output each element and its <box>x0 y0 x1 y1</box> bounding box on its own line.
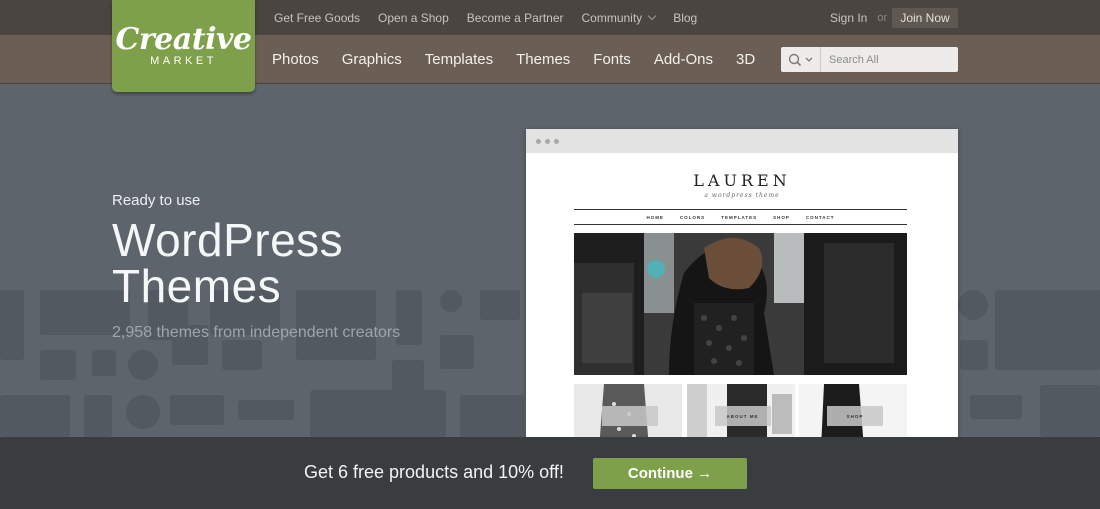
category-fonts[interactable]: Fonts <box>593 51 631 68</box>
preview-thumbnail <box>574 384 682 437</box>
preview-thumbnail-label <box>602 406 658 426</box>
preview-nav-item: HOME <box>646 214 664 220</box>
auth-area: Sign In or <box>830 0 897 35</box>
preview-nav: HOME COLORS TEMPLATES SHOP CONTACT <box>574 209 907 225</box>
promo-banner: Get 6 free products and 10% off! <box>0 437 1100 509</box>
or-separator: or <box>877 11 888 24</box>
search-icon <box>788 53 812 66</box>
continue-button[interactable]: Continue → <box>593 458 747 489</box>
hero-title: WordPress Themes <box>112 217 400 309</box>
preview-nav-item: SHOP <box>773 214 790 220</box>
category-3d[interactable]: 3D <box>736 51 755 68</box>
link-open-a-shop[interactable]: Open a Shop <box>378 11 449 25</box>
preview-nav-item: TEMPLATES <box>721 214 758 220</box>
link-community-label: Community <box>581 10 643 25</box>
category-templates[interactable]: Templates <box>425 51 493 68</box>
join-now-button[interactable]: Join Now <box>892 8 958 28</box>
link-blog[interactable]: Blog <box>673 11 697 25</box>
preview-thumbnail-label: ABOUT ME <box>714 406 771 426</box>
hero-title-line2: Themes <box>112 260 282 312</box>
preview-hero-photo <box>574 233 907 375</box>
logo-subtitle: MARKET <box>150 54 217 67</box>
sign-in-link[interactable]: Sign In <box>830 11 867 25</box>
preview-thumbnail: ABOUT ME <box>686 384 795 437</box>
link-get-free-goods[interactable]: Get Free Goods <box>274 11 360 25</box>
hero-subtitle: 2,958 themes from independent creators <box>112 324 401 341</box>
hero-title-line1: WordPress <box>112 214 344 266</box>
top-links-nav: Get Free Goods Open a Shop Become a Part… <box>274 0 715 35</box>
category-graphics[interactable]: Graphics <box>342 51 402 68</box>
window-dot-icon <box>536 138 541 144</box>
browser-chrome-bar <box>526 129 958 153</box>
window-dot-icon <box>545 138 550 144</box>
preview-tagline: a wordpress theme <box>704 192 780 199</box>
preview-thumbnail: SHOP <box>799 384 907 437</box>
hero-text-block: Ready to use WordPress Themes 2,958 them… <box>112 192 400 342</box>
window-dot-icon <box>554 138 559 144</box>
category-themes[interactable]: Themes <box>516 51 570 68</box>
search-scope-dropdown[interactable] <box>781 47 821 72</box>
preview-nav-item: CONTACT <box>805 214 835 220</box>
search-box <box>781 47 958 72</box>
link-become-a-partner[interactable]: Become a Partner <box>467 11 564 25</box>
chevron-down-icon <box>647 11 657 20</box>
theme-preview-window[interactable]: LAUREN a wordpress theme HOME COLORS TEM… <box>526 129 958 437</box>
logo-wordmark: Creative <box>115 21 252 57</box>
search-input[interactable] <box>821 48 951 71</box>
link-community[interactable]: Community <box>581 10 657 25</box>
preview-nav-item: COLORS <box>679 214 706 220</box>
category-nav: Photos Graphics Templates Themes Fonts A… <box>272 35 778 84</box>
hero-kicker: Ready to use <box>112 192 201 209</box>
preview-thumbnail-row: ABOUT ME SHOP <box>574 384 907 437</box>
hero-section: Ready to use WordPress Themes 2,958 them… <box>0 85 1100 437</box>
category-add-ons[interactable]: Add-Ons <box>654 51 713 68</box>
preview-thumbnail-label: SHOP <box>827 406 883 426</box>
promo-text: Get 6 free products and 10% off! <box>304 462 564 482</box>
creative-market-logo[interactable]: Creative MARKET <box>112 0 255 92</box>
category-photos[interactable]: Photos <box>272 51 319 68</box>
preview-site-title: LAUREN <box>693 171 791 190</box>
